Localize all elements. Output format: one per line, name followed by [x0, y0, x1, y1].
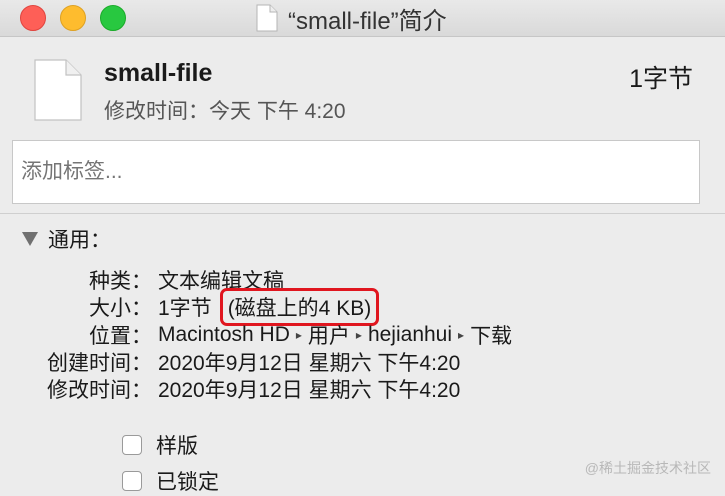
location-path: Macintosh HD ▸ 用户 ▸ hejianhui ▸ 下载 [158, 320, 512, 350]
modified-value: 2020年9月12日 星期六 下午4:20 [158, 379, 461, 402]
tags-input[interactable] [12, 140, 700, 204]
stationery-checkbox[interactable] [122, 435, 142, 455]
size-label: 大小： [89, 297, 152, 320]
path-arrow-icon: ▸ [355, 328, 362, 342]
file-size-summary: 1字节 [629, 65, 693, 93]
section-divider [0, 213, 725, 214]
locked-checkbox[interactable] [122, 471, 142, 491]
close-icon[interactable] [20, 5, 46, 31]
locked-option[interactable]: 已锁定 [122, 466, 219, 496]
kind-label: 种类： [89, 270, 152, 293]
created-value: 2020年9月12日 星期六 下午4:20 [158, 352, 461, 375]
created-row: 创建时间： 2020年9月12日 星期六 下午4:20 [0, 347, 460, 377]
document-icon [34, 59, 82, 121]
stationery-label: 样版 [156, 435, 198, 458]
location-label: 位置： [89, 325, 152, 348]
path-item-home[interactable]: hejianhui [368, 323, 452, 347]
path-item-users[interactable]: 用户 [308, 320, 350, 350]
path-item-volume[interactable]: Macintosh HD [158, 323, 290, 347]
document-icon [256, 4, 278, 32]
watermark: @稀土掘金技术社区 [584, 460, 711, 476]
disclosure-triangle-icon[interactable] [22, 232, 38, 246]
modified-row: 修改时间： 2020年9月12日 星期六 下午4:20 [0, 374, 460, 404]
file-name: small-file [104, 59, 213, 87]
created-label: 创建时间： [47, 352, 152, 375]
window-title-text: “small-file”简介 [288, 7, 447, 35]
window-title: “small-file”简介 [256, 2, 447, 35]
general-section-label: 通用： [48, 229, 111, 252]
modified-label: 修改时间： [47, 379, 152, 402]
path-item-downloads[interactable]: 下载 [470, 320, 512, 350]
size-value: 1字节 [158, 297, 212, 320]
path-arrow-icon: ▸ [458, 328, 465, 342]
location-row: 位置： Macintosh HD ▸ 用户 ▸ hejianhui ▸ 下载 [0, 320, 512, 350]
file-header: small-file 修改时间：今天 下午 4:20 1字节 [0, 37, 725, 133]
minimize-icon[interactable] [60, 5, 86, 31]
get-info-window: “small-file”简介 small-file 修改时间：今天 下午 4:2… [0, 0, 725, 494]
title-bar[interactable]: “small-file”简介 [0, 0, 725, 37]
general-section-toggle[interactable]: 通用： [22, 224, 111, 254]
size-row: 大小： 1字节 (磁盘上的4 KB) [0, 288, 380, 326]
stationery-option[interactable]: 样版 [122, 430, 198, 460]
maximize-icon[interactable] [100, 5, 126, 31]
locked-label: 已锁定 [156, 471, 219, 494]
path-arrow-icon: ▸ [295, 328, 302, 342]
modified-summary: 修改时间：今天 下午 4:20 [104, 100, 346, 123]
